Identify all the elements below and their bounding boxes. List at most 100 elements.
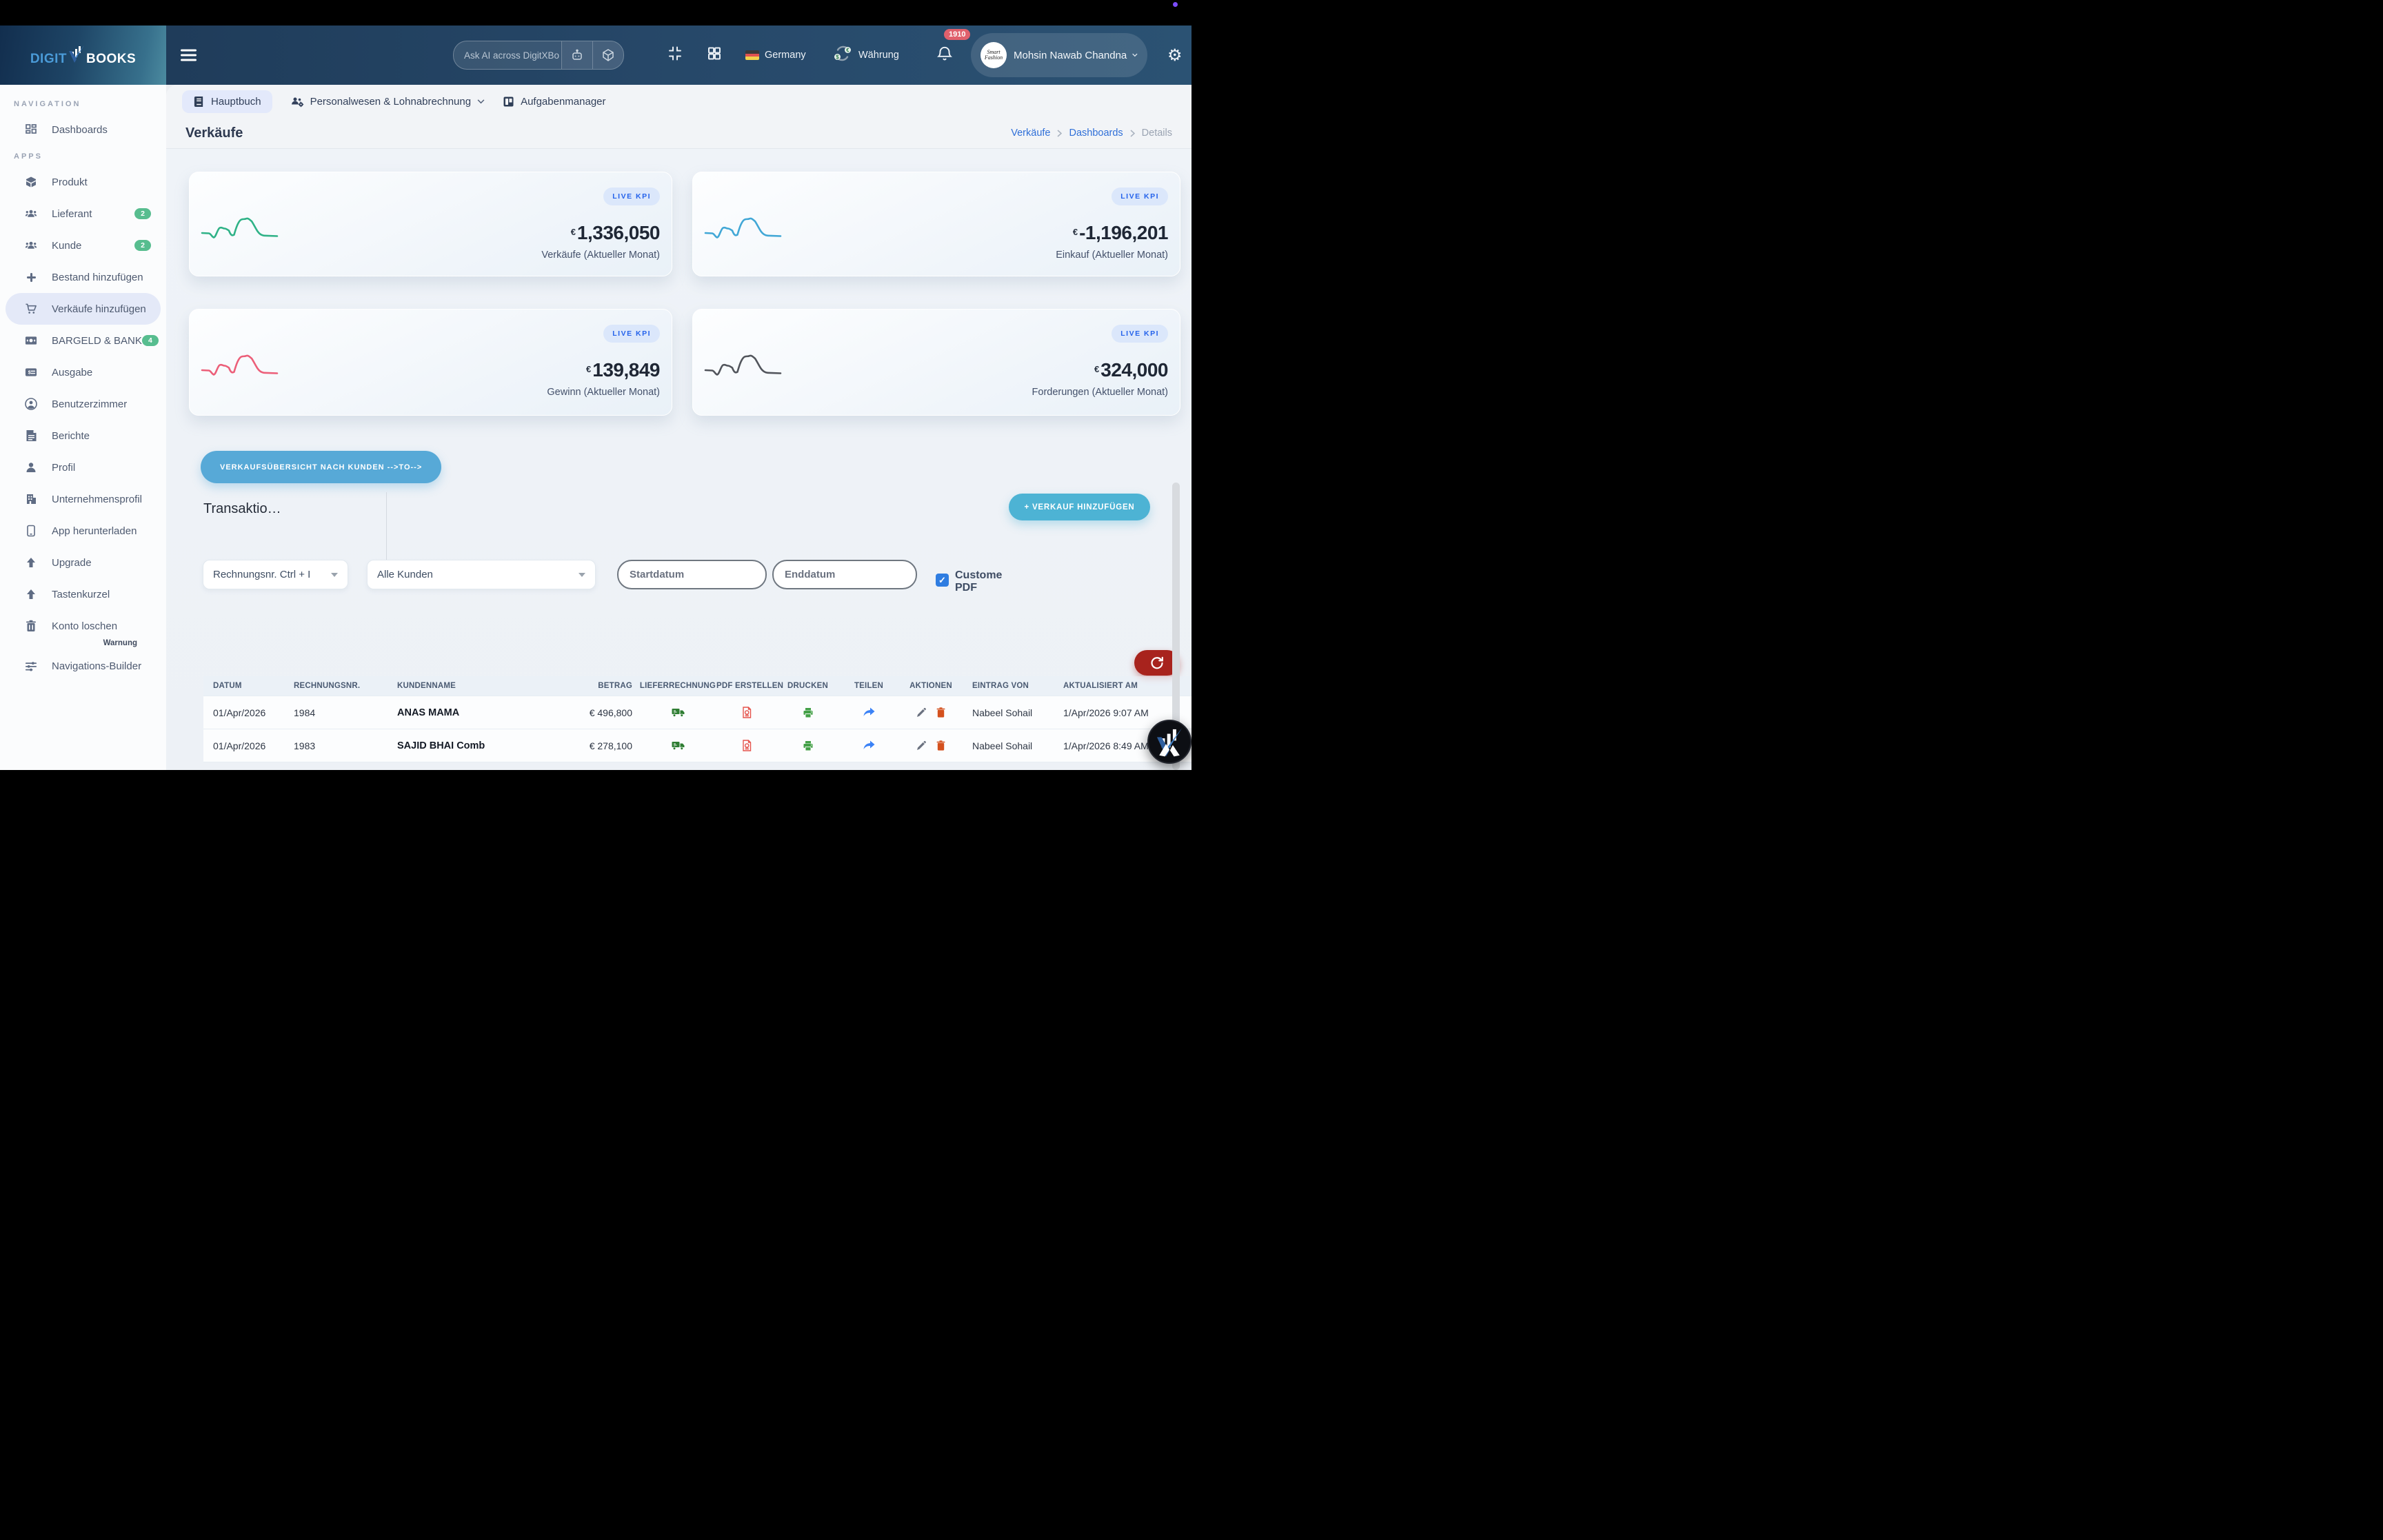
sidebar-item-tastenkurzel[interactable]: Tastenkurzel	[0, 578, 166, 610]
sidebar-item-lieferant[interactable]: Lieferant 2	[0, 198, 166, 230]
print-icon[interactable]	[777, 707, 838, 718]
pdf-create-icon[interactable]	[716, 707, 777, 718]
menu-toggle-button[interactable]	[181, 47, 197, 64]
actions-cell	[899, 740, 963, 751]
recording-dot	[1173, 2, 1178, 7]
invoice-number-select[interactable]: Rechnungsnr. Ctrl + I	[203, 560, 348, 589]
sidebar-item-app-herunterladen[interactable]: App herunterladen	[0, 515, 166, 547]
live-kpi-badge: LIVE KPI	[603, 325, 660, 343]
kpi-value: €324,000	[1094, 359, 1168, 381]
live-kpi-badge: LIVE KPI	[1112, 188, 1168, 205]
kpi-label: Gewinn (Aktueller Monat)	[547, 387, 660, 398]
notifications-bell-icon[interactable]	[936, 45, 954, 66]
sidebar-item-verkaeufe-hinzufuegen[interactable]: Verkäufe hinzufügen	[6, 293, 161, 325]
edit-pencil-icon[interactable]	[916, 740, 927, 751]
sparkline-chart	[704, 354, 782, 376]
custom-pdf-checkbox[interactable]: ✓	[936, 574, 949, 587]
sidebar-item-benutzerzimmer[interactable]: Benutzerzimmer	[0, 388, 166, 420]
dashboard-icon	[25, 123, 37, 136]
print-icon[interactable]	[777, 740, 838, 751]
compress-layout-icon[interactable]	[667, 45, 683, 65]
apps-grid-icon[interactable]	[706, 45, 723, 65]
table-row[interactable]: 01/Apr/2026 1983 SAJID BHAI Comb € 278,1…	[203, 729, 1192, 762]
chevron-down-icon	[1132, 53, 1138, 57]
table-header-row: DATUM RECHNUNGSNR. KUNDENNAME BETRAG LIE…	[203, 676, 1192, 696]
sidebar-section-navigation: NAVIGATION	[14, 100, 81, 108]
custom-pdf-option: ✓ Custome PDF	[936, 560, 1005, 595]
sidebar-item-konto-loschen[interactable]: Konto loschen	[0, 610, 166, 642]
ledger-book-icon	[194, 96, 203, 107]
edit-pencil-icon[interactable]	[916, 707, 927, 718]
plus-icon	[25, 271, 37, 283]
sidebar-item-produkt[interactable]: Produkt	[0, 166, 166, 198]
add-sale-button[interactable]: + VERKAUF HINZUFÜGEN	[1009, 494, 1150, 520]
page-title-row: Verkäufe Verkäufe Dashboards Details	[166, 118, 1192, 149]
brand-logo[interactable]: DIGIT BOOKS	[0, 26, 166, 85]
delete-trash-icon[interactable]	[936, 707, 945, 718]
tab-personalwesen[interactable]: Personalwesen & Lohnabrechnung	[290, 96, 485, 108]
delivery-note-truck-icon[interactable]	[639, 707, 716, 718]
knowledge-box-icon[interactable]	[592, 41, 623, 69]
customers-icon	[25, 239, 37, 252]
sidebar-item-unternehmensprofil[interactable]: Unternehmensprofil	[0, 483, 166, 515]
sidebar-item-dashboards[interactable]: Dashboards	[0, 114, 166, 145]
customer-select[interactable]: Alle Kunden	[367, 560, 596, 589]
currency-exchange-icon[interactable]: $ €	[832, 43, 853, 68]
delivery-note-truck-icon[interactable]	[639, 740, 716, 751]
kpi-label: Verkäufe (Aktueller Monat)	[541, 250, 660, 261]
top-bar: DIGIT BOOKS Ask AI across DigitXBo Germa…	[0, 26, 1192, 85]
sidebar-item-ausgabe[interactable]: $ Ausgabe	[0, 356, 166, 388]
transactions-table: DATUM RECHNUNGSNR. KUNDENNAME BETRAG LIE…	[203, 676, 1192, 762]
mobile-app-icon	[25, 525, 37, 537]
sidebar-item-bestand-hinzufuegen[interactable]: Bestand hinzufügen	[0, 261, 166, 293]
search-placeholder: Ask AI across DigitXBo	[464, 50, 560, 61]
breadcrumb-verkaeufe[interactable]: Verkäufe	[1011, 128, 1050, 139]
ai-robot-icon[interactable]	[561, 41, 592, 69]
kpi-card-verkaeufe: LIVE KPI €1,336,050 Verkäufe (Aktueller …	[189, 172, 672, 276]
country-label[interactable]: Germany	[765, 50, 806, 61]
sidebar-item-navigations-builder[interactable]: Navigations-Builder	[0, 650, 166, 682]
breadcrumb-chevron-icon	[1057, 129, 1063, 137]
refresh-icon	[1151, 656, 1163, 669]
table-row[interactable]: 01/Apr/2026 1984 ANAS MAMA € 496,800 Nab…	[203, 696, 1192, 729]
avatar: Smart Fashion	[981, 42, 1007, 68]
lieferant-badge: 2	[134, 208, 151, 219]
delete-account-trash-icon	[25, 620, 37, 632]
task-manager-icon	[503, 97, 514, 106]
start-date-input[interactable]	[617, 560, 767, 589]
sidebar-item-kunde[interactable]: Kunde 2	[0, 230, 166, 261]
sparkline-chart	[704, 217, 782, 239]
pdf-create-icon[interactable]	[716, 740, 777, 751]
company-building-icon	[25, 493, 37, 505]
sidebar-item-bargeld-bank[interactable]: BARGELD & BANK 4	[0, 325, 166, 356]
breadcrumb: Verkäufe Dashboards Details	[1011, 128, 1172, 139]
tab-aufgabenmanager[interactable]: Aufgabenmanager	[503, 96, 606, 108]
currency-label[interactable]: Währung	[858, 50, 899, 61]
share-icon[interactable]	[838, 740, 899, 751]
end-date-input[interactable]	[772, 560, 917, 589]
svg-text:$: $	[836, 54, 839, 61]
settings-gear-icon[interactable]: ⚙	[1167, 45, 1183, 65]
sidebar-item-berichte[interactable]: Berichte	[0, 420, 166, 452]
tab-hauptbuch[interactable]: Hauptbuch	[182, 90, 272, 113]
kpi-card-gewinn: LIVE KPI €139,849 Gewinn (Aktueller Mona…	[189, 309, 672, 416]
breadcrumb-dashboards[interactable]: Dashboards	[1069, 128, 1123, 139]
sales-overview-by-customers-button[interactable]: VERKAUFSÜBERSICHT NACH KUNDEN -->TO-->	[201, 451, 442, 483]
brand-floating-button[interactable]	[1147, 720, 1192, 764]
screen: DIGIT BOOKS Ask AI across DigitXBo Germa…	[0, 0, 1192, 770]
sidebar-item-profil[interactable]: Profil	[0, 452, 166, 483]
hr-payroll-icon	[291, 97, 303, 107]
germany-flag-icon[interactable]	[745, 50, 759, 60]
custom-pdf-label: Custome PDF	[955, 569, 1003, 594]
sidebar-item-upgrade[interactable]: Upgrade	[0, 547, 166, 578]
brand-text: DIGIT BOOKS	[30, 44, 136, 67]
delete-trash-icon[interactable]	[936, 740, 945, 751]
user-menu[interactable]: Smart Fashion Mohsin Nawab Chandna	[971, 33, 1147, 77]
caret-down-icon	[579, 572, 585, 577]
product-box-icon	[25, 176, 37, 188]
share-icon[interactable]	[838, 707, 899, 718]
kpi-label: Forderungen (Aktueller Monat)	[1032, 387, 1168, 398]
sparkline-chart	[201, 354, 279, 376]
ai-search-bar[interactable]: Ask AI across DigitXBo	[453, 41, 624, 70]
svg-text:€: €	[846, 48, 849, 54]
